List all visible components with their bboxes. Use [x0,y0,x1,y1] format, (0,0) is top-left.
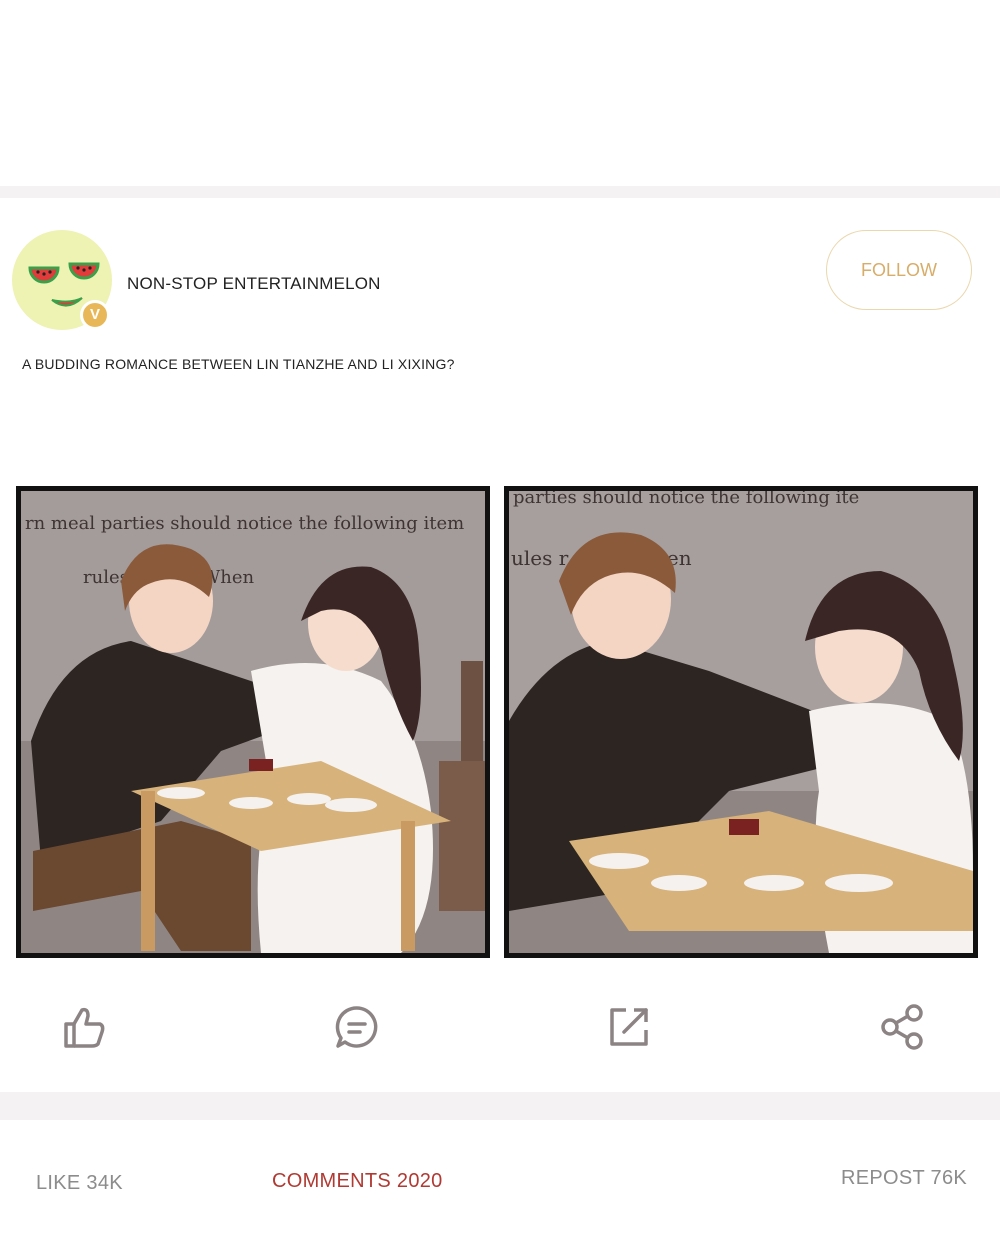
comic-panel-2[interactable]: parties should notice the following ite … [504,486,978,958]
follow-button[interactable]: FOLLOW [826,230,972,310]
wall-text-line-1: rn meal parties should notice the follow… [25,513,464,534]
wall-text-line-1: parties should notice the following ite [513,491,859,508]
like-tab[interactable]: LIKE 34K [36,1172,123,1195]
username[interactable]: NON-STOP ENTERTAINMELON [127,274,381,294]
verified-badge-icon: V [80,300,110,330]
repost-arrow-icon[interactable] [604,1002,654,1052]
comment-bubble-icon[interactable] [332,1002,382,1052]
bottom-divider [0,1092,1000,1120]
repost-tab[interactable]: REPOST 76K [841,1167,967,1190]
top-divider [0,186,1000,198]
comic-panel-1[interactable]: rn meal parties should notice the follow… [16,486,490,958]
thumbs-up-icon[interactable] [58,1002,108,1052]
post-caption: A BUDDING ROMANCE BETWEEN LIN TIANZHE AN… [22,356,455,372]
share-icon[interactable] [878,1002,928,1052]
comments-tab[interactable]: COMMENTS 2020 [272,1170,443,1193]
